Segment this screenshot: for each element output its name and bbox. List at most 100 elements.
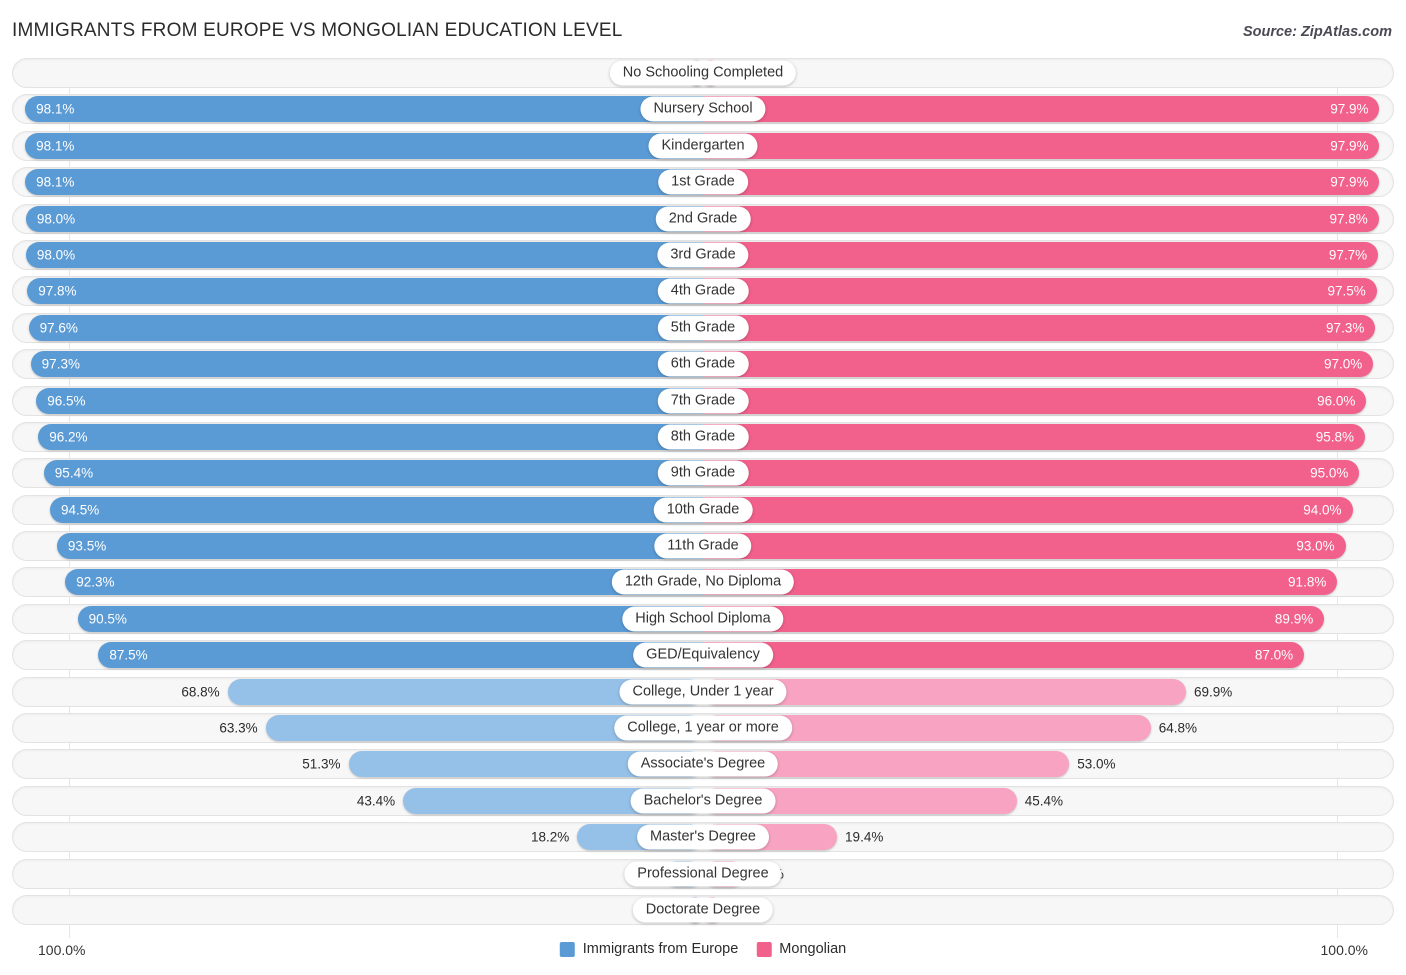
- bar-mongolian[interactable]: 89.9%: [703, 605, 1325, 632]
- bar-value-immigrants-from-europe: 43.4%: [356, 793, 396, 809]
- bar-value-immigrants-from-europe: 98.1%: [36, 101, 75, 117]
- bar-rows-container: 1.9%2.1%No Schooling Completed 98.1% 97.9%…: [12, 58, 1394, 931]
- bar-mongolian[interactable]: 93.0%: [703, 533, 1346, 560]
- chart-row: 96.5% 96.0% 7th Grade: [12, 385, 1394, 416]
- chart-row: 95.4% 95.0% 9th Grade: [12, 458, 1394, 489]
- legend-item-immigrants-from-europe[interactable]: Immigrants from Europe: [559, 941, 738, 957]
- bar-value-mongolian: 89.9%: [1274, 611, 1314, 627]
- chart-row: 98.1% 97.9% 1st Grade: [12, 167, 1394, 198]
- bar-immigrants-from-europe[interactable]: 98.1%: [25, 169, 703, 196]
- chart-legend: Immigrants from Europe Mongolian: [559, 941, 846, 957]
- category-label: 7th Grade: [657, 388, 749, 414]
- category-label: 3rd Grade: [657, 242, 749, 268]
- bar-value-immigrants-from-europe: 97.3%: [41, 356, 80, 372]
- chart-row: 98.0% 97.7% 3rd Grade: [12, 239, 1394, 270]
- bar-value-mongolian: 19.4%: [845, 829, 884, 845]
- bar-value-mongolian: 97.9%: [1330, 138, 1369, 154]
- bar-value-mongolian: 69.9%: [1194, 684, 1233, 700]
- category-label: Professional Degree: [624, 861, 782, 887]
- category-label: 10th Grade: [653, 497, 753, 523]
- bar-mongolian[interactable]: 97.5%: [703, 278, 1377, 305]
- bar-mongolian[interactable]: 96.0%: [703, 387, 1367, 414]
- chart-row: 93.5% 93.0% 11th Grade: [12, 531, 1394, 562]
- chart-row: 90.5% 89.9% High School Diploma: [12, 603, 1394, 634]
- category-label: Nursery School: [640, 96, 766, 122]
- bar-mongolian[interactable]: 97.9%: [703, 132, 1380, 159]
- bar-mongolian[interactable]: 87.0%: [703, 642, 1305, 669]
- bar-value-immigrants-from-europe: 87.5%: [109, 647, 148, 663]
- bar-mongolian[interactable]: 95.0%: [703, 460, 1360, 487]
- category-label: 8th Grade: [657, 424, 749, 450]
- bar-mongolian[interactable]: 97.9%: [703, 96, 1380, 123]
- bar-value-mongolian: 93.0%: [1296, 538, 1335, 554]
- category-label: 6th Grade: [657, 351, 749, 377]
- bar-mongolian[interactable]: 97.0%: [703, 351, 1374, 378]
- bar-immigrants-from-europe[interactable]: 92.3%: [65, 569, 703, 596]
- chart-row: 43.4% 45.4% Bachelor's Degree: [12, 785, 1394, 816]
- bar-value-mongolian: 95.0%: [1310, 465, 1349, 481]
- category-label: College, Under 1 year: [619, 679, 787, 705]
- axis-max-label: 100.0%: [1320, 942, 1368, 958]
- bar-value-immigrants-from-europe: 96.2%: [49, 429, 88, 445]
- category-label: Kindergarten: [648, 133, 758, 159]
- legend-label-mongolian: Mongolian: [779, 941, 847, 957]
- bar-immigrants-from-europe[interactable]: 94.5%: [50, 496, 703, 523]
- bar-value-mongolian: 94.0%: [1303, 502, 1342, 518]
- bar-value-immigrants-from-europe: 63.3%: [219, 720, 258, 736]
- category-label: High School Diploma: [622, 606, 784, 632]
- chart-row: 68.8% 69.9% College, Under 1 year: [12, 676, 1394, 707]
- bar-value-mongolian: 97.8%: [1329, 211, 1368, 227]
- category-label: 5th Grade: [657, 315, 749, 341]
- bar-immigrants-from-europe[interactable]: 97.8%: [27, 278, 703, 305]
- bar-value-mongolian: 97.7%: [1328, 247, 1368, 263]
- category-label: College, 1 year or more: [614, 715, 792, 741]
- chart-row: 97.8% 97.5% 4th Grade: [12, 276, 1394, 307]
- category-label: 9th Grade: [657, 460, 749, 486]
- bar-value-mongolian: 97.5%: [1327, 283, 1366, 299]
- bar-value-mongolian: 97.0%: [1323, 356, 1363, 372]
- category-label: No Schooling Completed: [609, 60, 797, 86]
- bar-immigrants-from-europe[interactable]: 90.5%: [77, 605, 703, 632]
- chart-row: 98.1% 97.9% Nursery School: [12, 94, 1394, 125]
- bar-immigrants-from-europe[interactable]: 93.5%: [56, 533, 703, 560]
- bar-immigrants-from-europe[interactable]: 98.1%: [25, 132, 703, 159]
- bar-mongolian[interactable]: 91.8%: [703, 569, 1338, 596]
- bar-value-immigrants-from-europe: 96.5%: [47, 393, 86, 409]
- bar-mongolian[interactable]: 97.3%: [703, 314, 1376, 341]
- chart-row: 1.9%2.1%No Schooling Completed: [12, 58, 1394, 88]
- chart-row: 5.6%6.1%Professional Degree: [12, 858, 1394, 889]
- category-label: Associate's Degree: [627, 751, 779, 777]
- bar-value-immigrants-from-europe: 95.4%: [54, 465, 94, 481]
- bar-immigrants-from-europe[interactable]: 95.4%: [43, 460, 703, 487]
- category-label: 11th Grade: [654, 533, 752, 559]
- bar-value-immigrants-from-europe: 98.0%: [36, 247, 76, 263]
- bar-value-immigrants-from-europe: 97.6%: [39, 320, 78, 336]
- bar-value-immigrants-from-europe: 97.8%: [38, 283, 77, 299]
- legend-swatch-icon-blue: [559, 941, 575, 957]
- bar-value-mongolian: 96.0%: [1317, 393, 1356, 409]
- bar-mongolian[interactable]: 97.9%: [703, 169, 1380, 196]
- bar-immigrants-from-europe[interactable]: 98.1%: [25, 96, 703, 123]
- bar-immigrants-from-europe[interactable]: 87.5%: [98, 642, 703, 669]
- bar-value-mongolian: 53.0%: [1077, 756, 1116, 772]
- bar-mongolian[interactable]: 97.8%: [703, 205, 1379, 232]
- category-label: GED/Equivalency: [633, 642, 773, 668]
- bar-immigrants-from-europe[interactable]: 98.0%: [25, 241, 703, 268]
- bar-immigrants-from-europe[interactable]: 96.5%: [36, 387, 703, 414]
- legend-swatch-icon-pink: [756, 941, 772, 957]
- source-attribution: Source: ZipAtlas.com: [1242, 24, 1392, 40]
- bar-immigrants-from-europe[interactable]: 97.6%: [28, 314, 703, 341]
- chart-row: 98.1% 97.9% Kindergarten: [12, 130, 1394, 161]
- bar-mongolian[interactable]: 94.0%: [703, 496, 1353, 523]
- bar-mongolian[interactable]: 95.8%: [703, 423, 1365, 450]
- bar-immigrants-from-europe[interactable]: 98.0%: [25, 205, 703, 232]
- chart-page: IMMIGRANTS FROM EUROPE VS MONGOLIAN EDUC…: [0, 0, 1406, 975]
- chart-row: 51.3% 53.0% Associate's Degree: [12, 749, 1394, 780]
- bar-immigrants-from-europe[interactable]: 96.2%: [38, 423, 703, 450]
- bar-value-mongolian: 97.3%: [1326, 320, 1365, 336]
- bar-immigrants-from-europe[interactable]: 97.3%: [30, 351, 703, 378]
- legend-item-mongolian[interactable]: Mongolian: [756, 941, 846, 957]
- bar-value-mongolian: 97.9%: [1330, 101, 1369, 117]
- bar-value-mongolian: 91.8%: [1288, 574, 1327, 590]
- bar-mongolian[interactable]: 97.7%: [703, 241, 1379, 268]
